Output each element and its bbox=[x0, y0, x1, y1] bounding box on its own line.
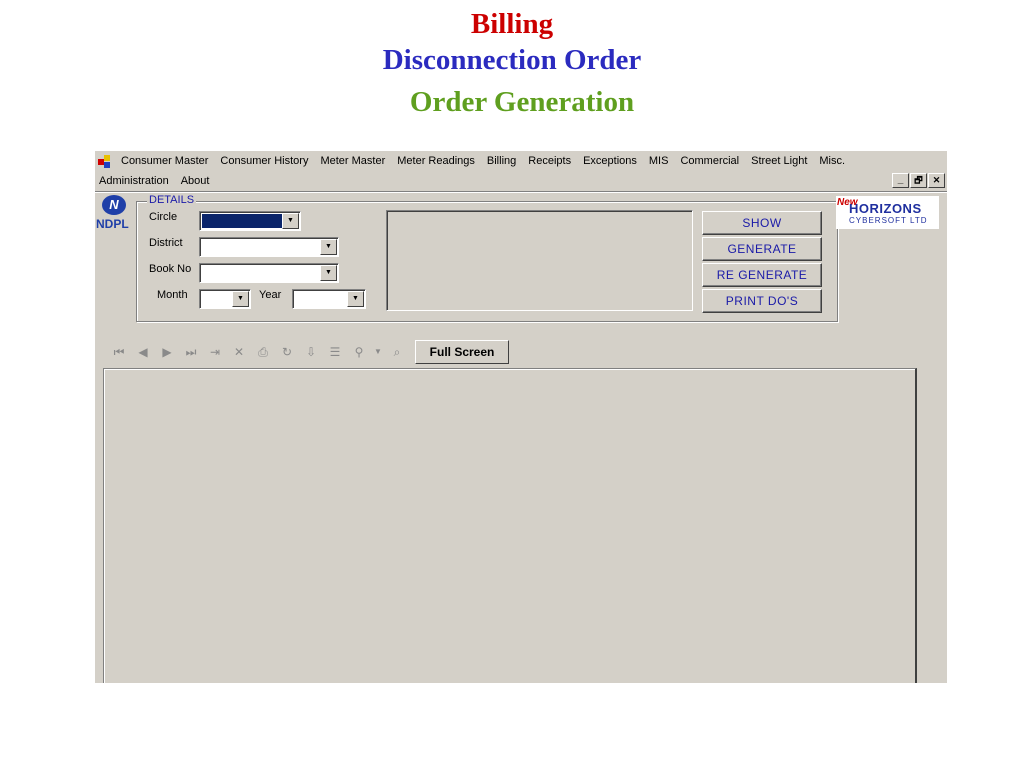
dropdown-icon[interactable]: ▼ bbox=[371, 342, 385, 362]
menu-consumer-master[interactable]: Consumer Master bbox=[115, 154, 214, 169]
stop-icon[interactable]: ✕ bbox=[227, 342, 251, 362]
menu-row-2: Administration About bbox=[98, 174, 215, 189]
last-page-icon[interactable]: ⏭ bbox=[179, 342, 203, 362]
app-window: Consumer Master Consumer History Meter M… bbox=[95, 151, 947, 683]
bookno-select[interactable]: ▼ bbox=[199, 263, 339, 283]
district-select[interactable]: ▼ bbox=[199, 237, 339, 257]
chevron-down-icon[interactable]: ▼ bbox=[320, 239, 337, 255]
restore-button[interactable]: 🗗 bbox=[910, 173, 927, 188]
full-screen-button[interactable]: Full Screen bbox=[415, 340, 509, 364]
regenerate-button[interactable]: RE GENERATE bbox=[702, 263, 822, 287]
menu-separator bbox=[95, 191, 947, 193]
minimize-button[interactable]: _ bbox=[892, 173, 909, 188]
export-icon[interactable]: ⇩ bbox=[299, 342, 323, 362]
chevron-down-icon[interactable]: ▼ bbox=[320, 265, 337, 281]
next-page-icon[interactable]: ▶ bbox=[155, 342, 179, 362]
ndpl-logo-text: NDPL bbox=[96, 217, 129, 231]
generate-button[interactable]: GENERATE bbox=[702, 237, 822, 261]
menu-billing[interactable]: Billing bbox=[481, 154, 522, 169]
menu-street-light[interactable]: Street Light bbox=[745, 154, 813, 169]
report-toolbar: ⏮ ◀ ▶ ⏭ ⇥ ✕ ⎙ ↻ ⇩ ☰ ⚲ ▼ ⌕ Full Screen bbox=[107, 340, 509, 364]
close-button[interactable]: ✕ bbox=[928, 173, 945, 188]
menu-misc[interactable]: Misc. bbox=[813, 154, 851, 169]
print-dos-button[interactable]: PRINT DO'S bbox=[702, 289, 822, 313]
circle-label: Circle bbox=[149, 211, 178, 223]
menu-bar: Consumer Master Consumer History Meter M… bbox=[95, 151, 947, 191]
menu-exceptions[interactable]: Exceptions bbox=[577, 154, 643, 169]
goto-page-icon[interactable]: ⇥ bbox=[203, 342, 227, 362]
menu-meter-master[interactable]: Meter Master bbox=[314, 154, 391, 169]
search-icon[interactable]: ⌕ bbox=[385, 342, 409, 362]
refresh-icon[interactable]: ↻ bbox=[275, 342, 299, 362]
menu-administration[interactable]: Administration bbox=[98, 174, 175, 189]
window-controls: _ 🗗 ✕ bbox=[892, 173, 945, 188]
ndpl-logo: N NDPL bbox=[96, 195, 134, 233]
menu-commercial[interactable]: Commercial bbox=[674, 154, 745, 169]
menu-receipts[interactable]: Receipts bbox=[522, 154, 577, 169]
group-tree-icon[interactable]: ☰ bbox=[323, 342, 347, 362]
chevron-down-icon[interactable]: ▼ bbox=[232, 291, 249, 307]
slide-subtitle: Disconnection Order bbox=[382, 44, 642, 76]
details-legend: DETAILS bbox=[147, 194, 197, 206]
prev-page-icon[interactable]: ◀ bbox=[131, 342, 155, 362]
menu-mis[interactable]: MIS bbox=[643, 154, 675, 169]
month-select[interactable]: ▼ bbox=[199, 289, 251, 309]
slide-title: Billing bbox=[470, 8, 554, 40]
year-select[interactable]: ▼ bbox=[292, 289, 366, 309]
show-button[interactable]: SHOW bbox=[702, 211, 822, 235]
app-icon[interactable] bbox=[98, 154, 112, 169]
print-icon[interactable]: ⎙ bbox=[251, 342, 275, 362]
zoom-icon[interactable]: ⚲ bbox=[347, 342, 371, 362]
month-select-value bbox=[202, 292, 232, 306]
report-viewer-area[interactable] bbox=[103, 368, 917, 683]
year-select-value bbox=[295, 292, 347, 306]
menu-meter-readings[interactable]: Meter Readings bbox=[391, 154, 481, 169]
menu-consumer-history[interactable]: Consumer History bbox=[214, 154, 314, 169]
circle-select-value bbox=[202, 214, 282, 228]
month-label: Month bbox=[157, 289, 188, 301]
ndpl-emblem-icon: N bbox=[102, 195, 126, 215]
chevron-down-icon[interactable]: ▼ bbox=[347, 291, 364, 307]
menu-row-1: Consumer Master Consumer History Meter M… bbox=[98, 154, 851, 169]
info-panel bbox=[386, 210, 693, 311]
district-label: District bbox=[149, 237, 183, 249]
first-page-icon[interactable]: ⏮ bbox=[107, 342, 131, 362]
menu-about[interactable]: About bbox=[175, 174, 216, 189]
district-select-value bbox=[202, 240, 320, 254]
circle-select[interactable]: ▼ bbox=[199, 211, 301, 231]
horizons-logo-text: HORIZONS bbox=[849, 201, 922, 216]
slide-section-title: Order Generation bbox=[409, 86, 635, 118]
year-label: Year bbox=[259, 289, 282, 301]
horizons-logo-subtext: CYBERSOFT LTD bbox=[849, 216, 928, 225]
horizons-logo: New HORIZONS CYBERSOFT LTD bbox=[836, 196, 939, 229]
chevron-down-icon[interactable]: ▼ bbox=[282, 213, 299, 229]
bookno-label: Book No bbox=[149, 263, 192, 275]
bookno-select-value bbox=[202, 266, 320, 280]
